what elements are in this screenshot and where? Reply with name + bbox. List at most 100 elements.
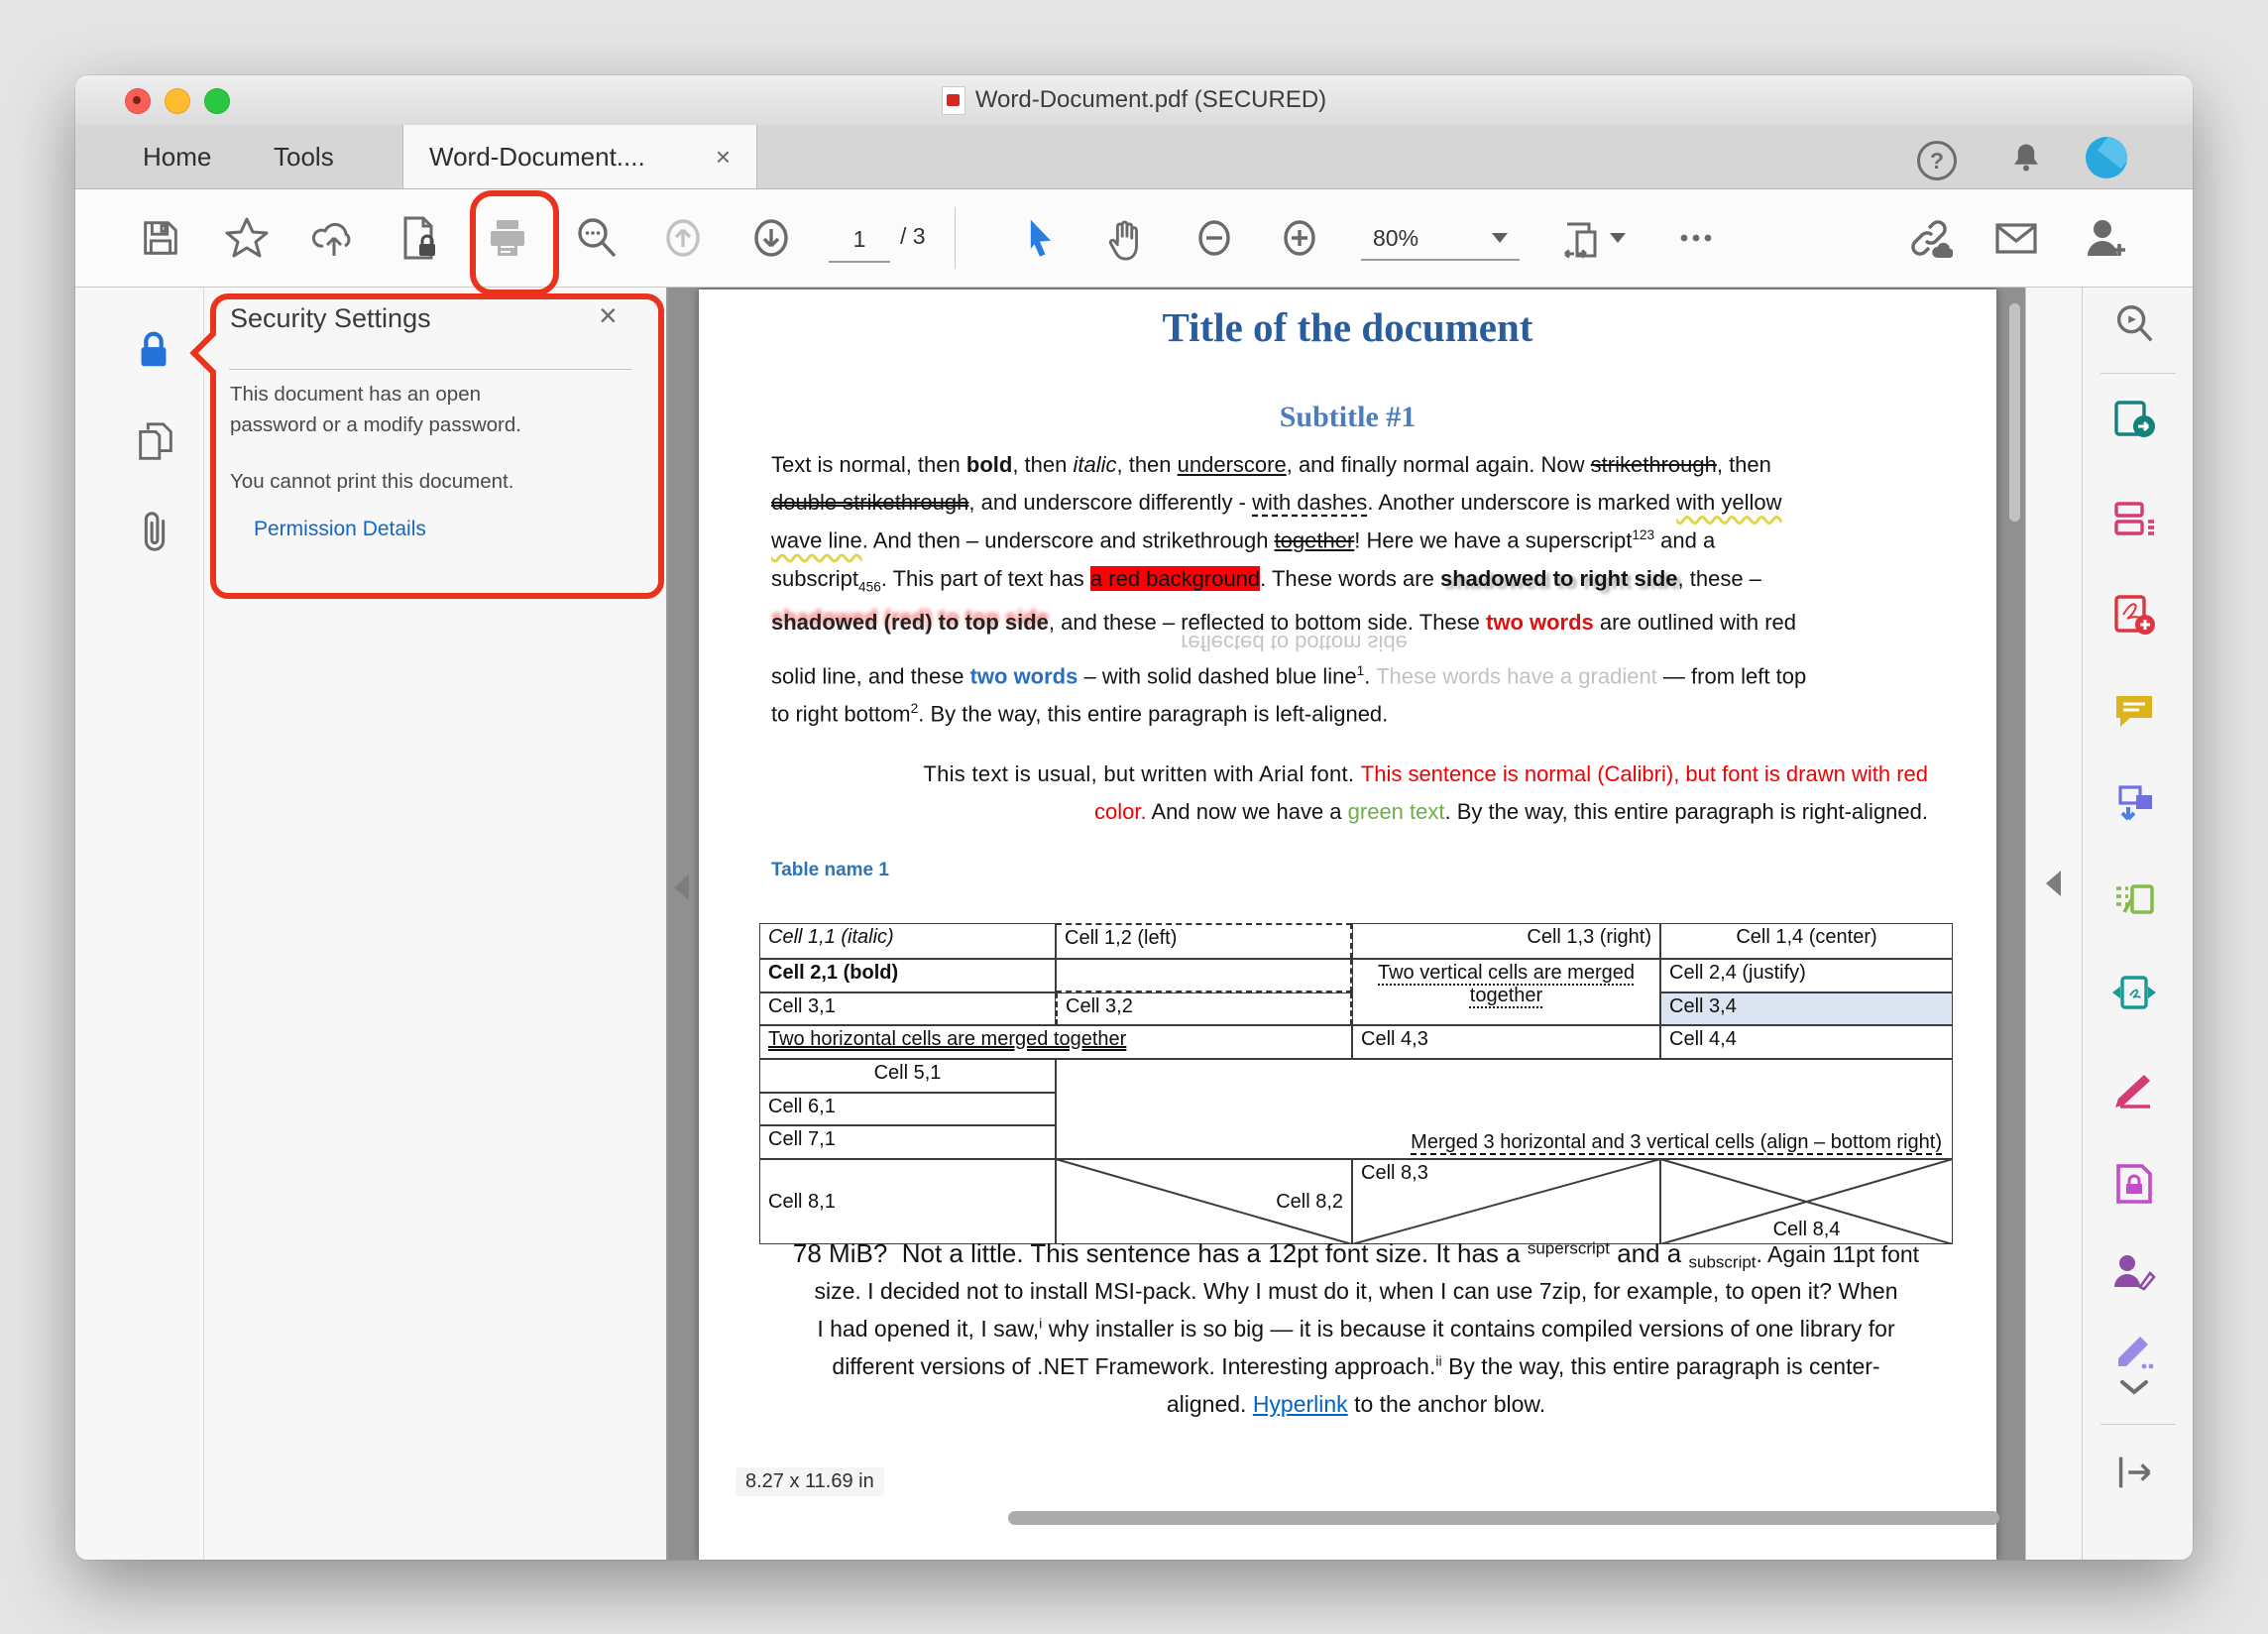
table-cell-merged-3x3: Merged 3 horizontal and 3 vertical cells… (1056, 1059, 1953, 1159)
previous-page-button[interactable] (647, 189, 719, 287)
paperclip-attachments-icon[interactable] (132, 510, 177, 555)
left-navigation-strip (75, 288, 204, 1560)
table-cell-diagonal: Cell 8,2 (1056, 1159, 1352, 1244)
page-lock-button[interactable] (384, 189, 455, 287)
zoom-level-value: 80% (1373, 225, 1418, 252)
document-view-area: Title of the document Subtitle #1 Text i… (668, 288, 2025, 1560)
table-cell: Cell 1,4 (center) (1660, 923, 1953, 959)
tab-document[interactable]: Word-Document.... × (402, 125, 757, 188)
security-lock-icon[interactable] (131, 327, 176, 373)
paragraph3-line: 78 MiB? Not a little. This sentence has … (759, 1238, 1953, 1273)
tab-bar: Home Tools Word-Document.... × ? (75, 125, 2193, 189)
hyperlink[interactable]: Hyperlink (1253, 1391, 1348, 1417)
next-page-button[interactable] (736, 189, 807, 287)
hand-pan-tool[interactable] (1090, 189, 1162, 287)
search-icon[interactable] (561, 189, 632, 287)
zoom-in-button[interactable] (1264, 189, 1335, 287)
tab-tools[interactable]: Tools (274, 125, 334, 188)
comment-icon[interactable] (2110, 686, 2158, 734)
table-cell-crossed: Cell 8,4 (1660, 1159, 1953, 1244)
tools-divider (2100, 373, 2176, 374)
highlight-icon[interactable] (2110, 1327, 2158, 1374)
table-cell-merged-vertical: Two vertical cells are merged together (1352, 959, 1660, 1025)
right-tools-strip (2082, 288, 2193, 1560)
protect-pdf-icon[interactable] (2110, 1160, 2158, 1208)
horizontal-scrollbar[interactable] (1008, 1511, 1999, 1525)
collapse-right-panel-arrow[interactable] (2046, 871, 2061, 896)
star-favorite-button[interactable] (211, 189, 283, 287)
main-content: Security Settings × This document has an… (75, 288, 2193, 1560)
page-number-input[interactable] (829, 217, 890, 263)
tab-home[interactable]: Home (143, 125, 211, 188)
organize-pages-icon[interactable] (2110, 496, 2158, 543)
table-cell: Cell 5,1 (759, 1059, 1056, 1093)
zoom-level-dropdown[interactable]: 80% (1361, 217, 1520, 261)
edit-pdf-icon[interactable] (2110, 875, 2158, 922)
document-table: Cell 1,1 (italic) Cell 1,2 (left) Cell 1… (759, 923, 1953, 1244)
add-person-button[interactable] (2070, 189, 2141, 287)
zoom-out-button[interactable] (1179, 189, 1250, 287)
merged-3x3-text: Merged 3 horizontal and 3 vertical cells… (1411, 1131, 1942, 1154)
create-pdf-icon[interactable] (2110, 591, 2158, 639)
page-total-label: / 3 (900, 223, 926, 250)
chevron-down-icon[interactable] (2114, 1376, 2154, 1398)
pdf-page: Title of the document Subtitle #1 Text i… (699, 290, 1996, 1560)
document-title: Title of the document (699, 303, 1996, 351)
search-doc-icon[interactable] (2111, 301, 2157, 347)
chevron-down-icon (1492, 233, 1508, 243)
tab-document-label: Word-Document.... (429, 142, 645, 173)
paragraph1-line: shadowed (red) to top side, and these – … (771, 610, 1796, 636)
send-signature-icon[interactable] (2110, 1249, 2158, 1297)
panel-close-icon[interactable]: × (599, 299, 618, 331)
paragraph1-line: to right bottom2. By the way, this entir… (771, 701, 1388, 727)
user-avatar[interactable] (2086, 137, 2127, 178)
window-title-area: Word-Document.pdf (SECURED) (75, 75, 2193, 125)
paragraph2-line: This text is usual, but written with Ari… (771, 761, 1928, 787)
export-pdf-icon[interactable] (2110, 395, 2158, 442)
cloud-upload-button[interactable] (298, 189, 370, 287)
notifications-bell-icon[interactable] (2008, 140, 2044, 175)
merged-vertical-text: Two vertical cells are merged together (1378, 962, 1635, 1006)
select-cursor-tool[interactable] (1004, 189, 1076, 287)
tab-close-icon[interactable]: × (716, 142, 731, 173)
paragraph1-line: double strikethrough, and underscore dif… (771, 490, 1782, 516)
table-cell-diagonal: Cell 8,3 (1352, 1159, 1660, 1244)
combine-files-icon[interactable] (2110, 781, 2158, 829)
open-panel-icon[interactable] (2111, 1450, 2157, 1495)
table-cell: Cell 8,1 (759, 1159, 1056, 1244)
paragraph2-line: color. And now we have a green text. By … (771, 799, 1928, 825)
table-cell: Cell 1,2 (left) (1056, 923, 1352, 959)
paragraph1-line: wave line. And then – underscore and str… (771, 527, 1715, 553)
desktop: Word-Document.pdf (SECURED) Home Tools W… (0, 0, 2268, 1634)
panel-title: Security Settings (230, 303, 431, 334)
help-icon[interactable]: ? (1917, 141, 1957, 180)
tools-divider (2100, 1424, 2176, 1425)
more-tools-ellipsis[interactable] (1660, 189, 1732, 287)
share-link-button[interactable] (1893, 189, 1965, 287)
table-cell-shaded: Cell 3,4 (1660, 992, 1953, 1025)
app-window: Word-Document.pdf (SECURED) Home Tools W… (75, 75, 2193, 1560)
collapse-left-panel-arrow[interactable] (674, 875, 689, 900)
vertical-scrollbar[interactable] (2009, 303, 2020, 522)
page-thumbnails-icon[interactable] (133, 418, 178, 464)
fit-options-caret[interactable] (1610, 233, 1626, 243)
permission-details-link[interactable]: Permission Details (254, 518, 426, 541)
panel-message-password: This document has an open password or a … (230, 379, 557, 440)
table-cell: Cell 3,1 (759, 992, 1056, 1025)
table-cell: Cell 4,3 (1352, 1025, 1660, 1059)
page-size-status: 8.27 x 11.69 in (736, 1467, 884, 1496)
table-cell (1056, 959, 1352, 992)
table-cell: Cell 7,1 (759, 1125, 1056, 1159)
print-button[interactable] (472, 189, 543, 287)
email-button[interactable] (1981, 189, 2052, 287)
paragraph1-line: subscript456. This part of text has a re… (771, 566, 1761, 594)
table-cell: Cell 1,1 (italic) (759, 923, 1056, 959)
save-button[interactable] (125, 189, 196, 287)
pdf-file-icon (942, 86, 965, 115)
table-cell: Cell 4,4 (1660, 1025, 1953, 1059)
security-settings-panel: Security Settings × This document has an… (204, 288, 668, 1560)
paragraph3-line: size. I decided not to install MSI-pack.… (759, 1278, 1953, 1305)
fill-sign-icon[interactable] (2110, 1065, 2158, 1112)
merged-horizontal-text: Two horizontal cells are merged together (768, 1028, 1126, 1050)
compress-pdf-icon[interactable] (2110, 970, 2158, 1017)
